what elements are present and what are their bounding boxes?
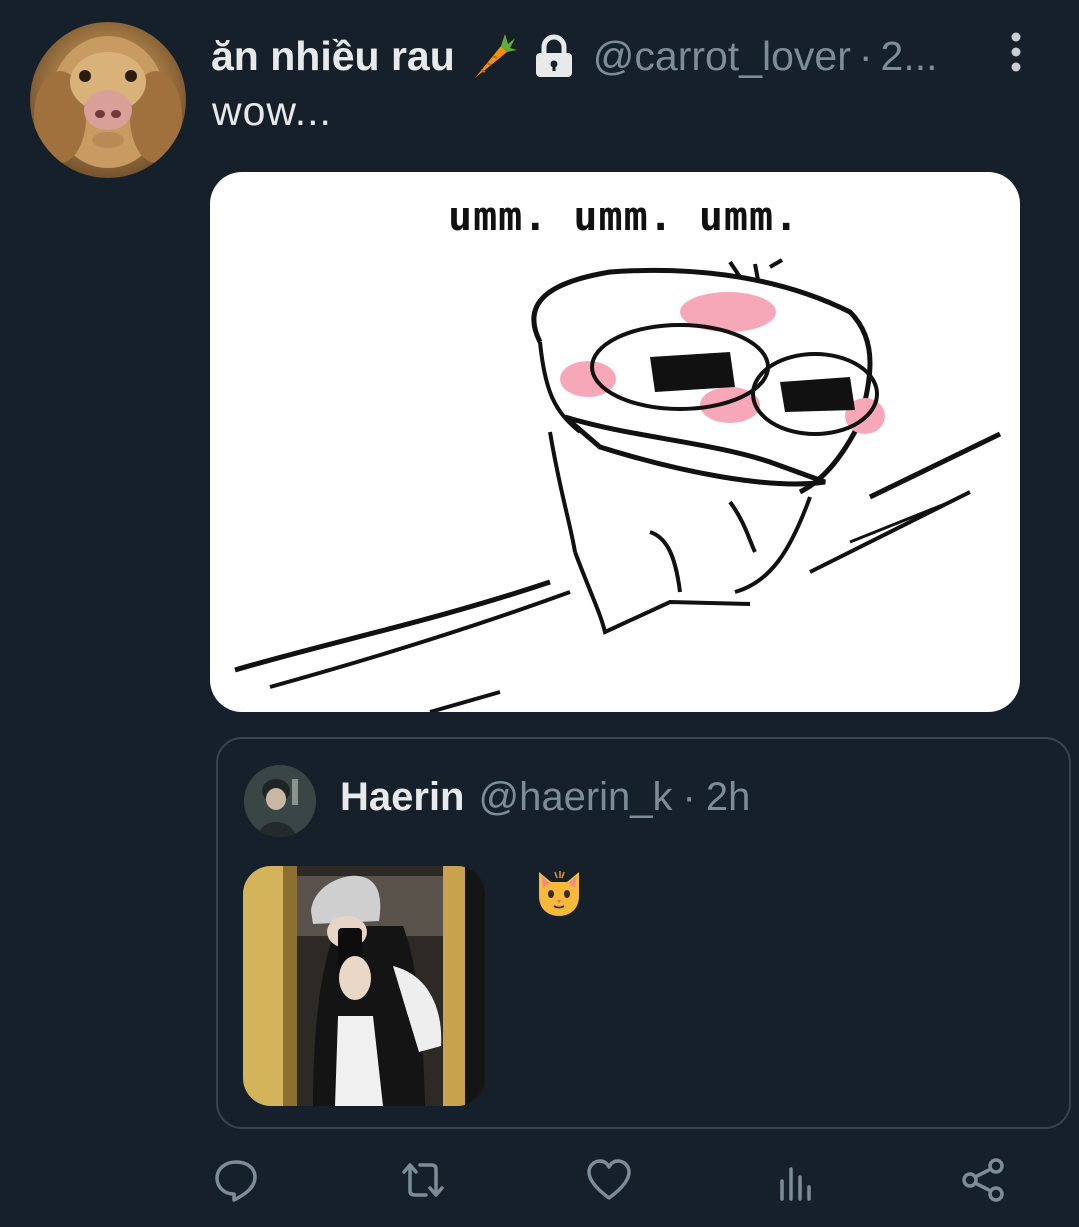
author-handle[interactable]: @carrot_lover (593, 33, 851, 80)
like-button[interactable] (584, 1152, 634, 1208)
cat-face-icon (539, 871, 579, 916)
quoted-author-handle[interactable]: @haerin_k (479, 775, 673, 820)
separator-dot: · (858, 32, 873, 79)
author-avatar[interactable] (30, 22, 186, 178)
quoted-post-card[interactable]: Haerin @haerin_k · 2h (216, 737, 1071, 1129)
mirror-selfie-photo (243, 866, 485, 1106)
retweet-button[interactable] (398, 1152, 448, 1208)
lock-icon (535, 34, 572, 77)
post-action-bar (0, 1152, 1079, 1212)
meme-caption: umm. umm. umm. (448, 194, 800, 240)
author-display-name[interactable]: ăn nhiều rau (211, 33, 455, 80)
post-media-image[interactable]: umm. umm. umm. (210, 172, 1020, 712)
post-timestamp[interactable]: 2... (881, 33, 938, 80)
quoted-post-image[interactable] (243, 866, 485, 1106)
meme-drawing (234, 258, 1002, 712)
share-icon (962, 1158, 1004, 1202)
quoted-post-timestamp[interactable]: 2h (706, 775, 751, 820)
quoted-author-name[interactable]: Haerin (340, 775, 465, 820)
dog-photo (34, 36, 182, 168)
retweet-icon (402, 1163, 444, 1197)
heart-icon (587, 1159, 631, 1200)
share-button[interactable] (958, 1152, 1008, 1208)
post-text: wow... (212, 88, 332, 134)
quoted-post-header: Haerin @haerin_k · 2h (340, 775, 750, 820)
person-photo (244, 765, 316, 837)
more-vertical-icon[interactable] (1006, 32, 1026, 72)
reply-icon (215, 1160, 257, 1202)
analytics-icon (780, 1167, 811, 1201)
carrot-icon (474, 34, 517, 78)
quoted-author-avatar[interactable] (244, 765, 316, 837)
views-button[interactable] (771, 1152, 821, 1208)
reply-button[interactable] (211, 1152, 261, 1208)
separator-dot: · (682, 775, 696, 819)
post-header: ăn nhiều rau @carrot_lover · 2... (211, 30, 991, 82)
